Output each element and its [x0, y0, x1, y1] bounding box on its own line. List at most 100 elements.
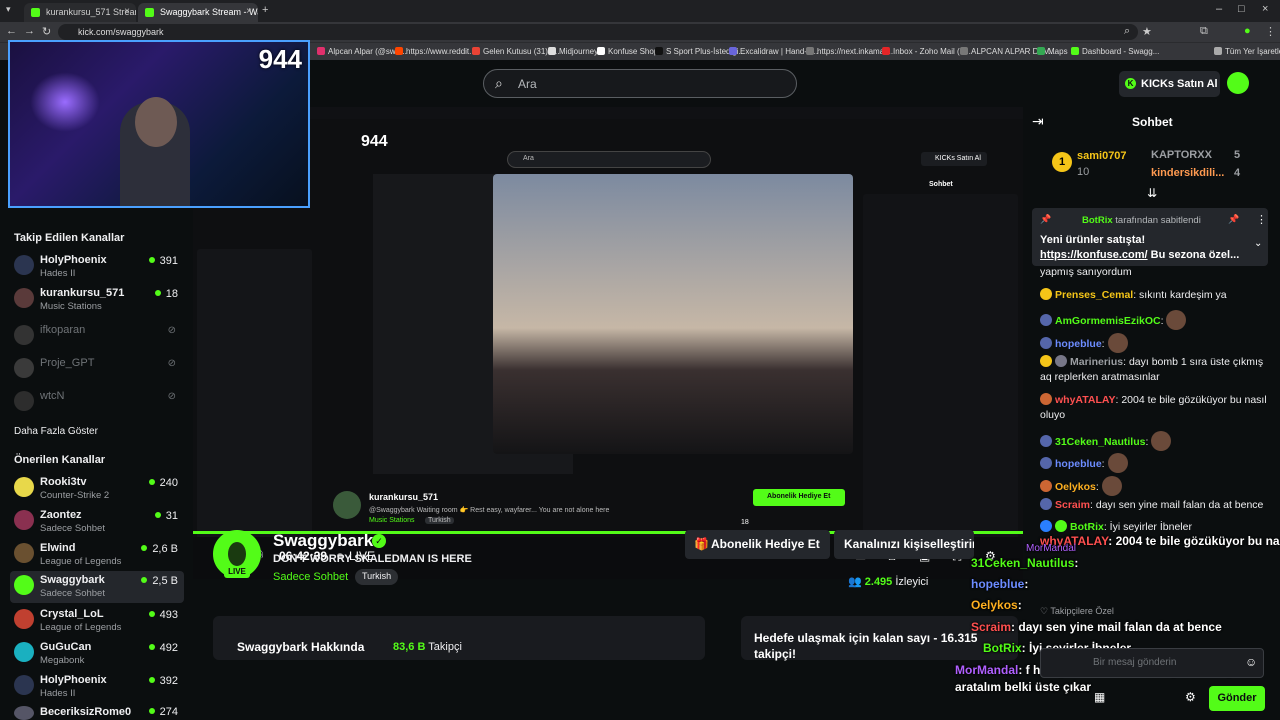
minimize-icon[interactable]: – [1216, 3, 1222, 15]
close-tab-icon[interactable]: × [246, 6, 252, 17]
sidebar-item-elwind[interactable]: Elwind League of Legends 2,6 B [10, 539, 184, 571]
sidebar-item-rooki3tv[interactable]: Rooki3tv Counter-Strike 2 240 [10, 473, 184, 505]
bookmark-item[interactable]: Alpcan Alpar (@swa... [317, 47, 407, 56]
nested-count: 944 [361, 133, 388, 150]
extensions-icon[interactable]: ⧉ [1200, 25, 1208, 38]
message-user[interactable]: 31Ceken_Nautilus [1055, 436, 1145, 448]
channel-name: Swaggybark [40, 574, 105, 586]
tab-kurankursu[interactable]: kurankursu_571 Stream - Vi × [24, 3, 136, 22]
webcam-overlay: 944 [8, 40, 310, 208]
sidebar-item-ifkoparan[interactable]: ifkoparan ⊘ [10, 321, 184, 353]
avatar[interactable] [1227, 72, 1249, 94]
pinned-message[interactable]: 📌 BotRix tarafından sabitlendi 📌 ⋮ Yeni … [1032, 208, 1268, 266]
message-user[interactable]: Scraim [1055, 499, 1090, 511]
sidebar-item-kurankursu[interactable]: kurankursu_571 Music Stations 18 [10, 284, 184, 316]
pinned-link[interactable]: https://konfuse.com/ [1040, 249, 1148, 261]
overlay-text: : 2004 te bile gözüküyor bu nasıl oluyo [1108, 534, 1280, 548]
sidebar-item-holyphoenix-recommended[interactable]: HolyPhoenix Hades II 392 [10, 671, 184, 703]
reload-icon[interactable]: ↻ [42, 25, 51, 38]
stream-title: DON'T WORRY SKALEDMAN IS HERE [273, 553, 472, 565]
sidebar-item-holyphoenix[interactable]: HolyPhoenix Hades II 391 [10, 251, 184, 283]
profile-icon[interactable]: ● [1244, 25, 1251, 37]
bookmark-item[interactable]: Inbox - Zoho Mail (a... [882, 47, 971, 56]
chat-message: Oelykos: [1040, 476, 1272, 496]
follower-count: 83,6 B Takipçi [393, 641, 462, 653]
bookmark-star-icon[interactable]: ★ [1142, 25, 1152, 38]
browser-menu-icon[interactable]: ⋮ [1265, 25, 1276, 38]
bookmark-item[interactable]: Excalidraw | Hand-d... [729, 47, 818, 56]
viewer-count: 18 [155, 288, 178, 300]
search-input[interactable]: ⌕ Ara [483, 69, 797, 98]
bookmark-item[interactable]: Gelen Kutusu (31) -... [472, 47, 559, 56]
expand-leaderboard-icon[interactable]: ⇊ [1147, 186, 1157, 200]
bookmark-item[interactable]: https://next.inkamat... [806, 47, 893, 56]
channel-category: Sadece Sohbet [40, 523, 105, 534]
channel-name[interactable]: Swaggybark [273, 531, 373, 551]
gift-icon: 🎁 [694, 537, 709, 551]
avatar [14, 675, 34, 695]
sidebar-item-wtcn[interactable]: wtcN ⊘ [10, 387, 184, 419]
chat-input[interactable]: Bir mesaj gönderin ☺ [1040, 648, 1264, 678]
bookmark-item[interactable]: Midjourney [548, 47, 598, 56]
gift-subscription-label: Abonelik Hediye Et [711, 537, 820, 551]
customize-channel-button[interactable]: Kanalınızı kişiselleştirin [834, 530, 974, 559]
message-user[interactable]: Marinerius [1070, 356, 1123, 368]
more-options-icon[interactable]: ⋮ [1256, 213, 1267, 226]
new-tab-icon[interactable]: + [262, 4, 268, 16]
sub-badge-icon [1040, 314, 1052, 326]
expand-pinned-icon[interactable]: ⌄ [1254, 238, 1262, 249]
all-bookmarks[interactable]: Tüm Yer İşaretleri [1214, 47, 1280, 56]
show-more-link[interactable]: Daha Fazla Göster [14, 426, 98, 437]
unpin-icon[interactable]: 📌 [1228, 214, 1239, 225]
bookmark-item[interactable]: Maps [1037, 47, 1068, 56]
stream-tag[interactable]: Turkish [355, 569, 399, 585]
maximize-icon[interactable]: □ [1238, 3, 1245, 15]
send-button[interactable]: Gönder [1209, 686, 1265, 711]
globe-icon [806, 47, 814, 55]
nested-chat-title: Sohbet [929, 181, 953, 188]
message-user[interactable]: whyATALAY [1055, 394, 1115, 406]
sidebar-item-zaontez[interactable]: Zaontez Sadece Sohbet 31 [10, 506, 184, 538]
sidebar-item-proje-gpt[interactable]: Proje_GPT ⊘ [10, 354, 184, 386]
message-user[interactable]: BotRix [1070, 521, 1104, 533]
sidebar-item-crystal-lol[interactable]: Crystal_LoL League of Legends 493 [10, 605, 184, 637]
sub-badge-icon [1040, 480, 1052, 492]
chat-settings-icon[interactable]: ⚙ [1185, 690, 1196, 704]
avatar [14, 510, 34, 530]
video-player[interactable]: Ara KICKs Satın Al Sohbet 944 kurankursu… [193, 107, 1023, 579]
bookmark-item[interactable]: Dashboard - Swagg... [1071, 47, 1159, 56]
close-window-icon[interactable]: × [1262, 3, 1268, 15]
back-icon[interactable]: ← [6, 25, 17, 37]
gift-subscription-button[interactable]: 🎁 Abonelik Hediye Et [685, 530, 830, 559]
forward-icon[interactable]: → [24, 25, 35, 37]
message-text: : [1160, 315, 1164, 327]
tab-menu-icon[interactable]: ▾ [6, 4, 11, 15]
message-user[interactable]: AmGormemisEzikOC [1055, 315, 1161, 327]
close-tab-icon[interactable]: × [124, 6, 130, 17]
url-field[interactable]: kick.com/swaggybark [58, 24, 1138, 40]
nested-streamer-avatar [333, 491, 361, 519]
leaderboard-first[interactable]: 1 [1052, 152, 1072, 172]
buy-kicks-button[interactable]: K KICKs Satın Al [1119, 71, 1220, 97]
sidebar-item-swaggybark[interactable]: Swaggybark Sadece Sohbet 2,5 B [10, 571, 184, 603]
kick-coins-icon[interactable]: ▦ [1094, 690, 1105, 704]
bookmark-item[interactable]: https://www.reddit... [395, 47, 476, 56]
collapse-chat-icon[interactable]: ⇥ [1032, 113, 1044, 130]
sidebar-item-gugucan[interactable]: GuGuCan Megabonk 492 [10, 638, 184, 670]
tab-swaggybark[interactable]: Swaggybark Stream - Watch Li × [138, 3, 258, 22]
emoji-icon[interactable]: ☺ [1245, 655, 1257, 669]
message-user[interactable]: Prenses_Cemal [1055, 289, 1133, 301]
sidebar-item-beceriksizrome0[interactable]: BeceriksizRome0 274 [10, 704, 184, 720]
stream-category[interactable]: Sadece Sohbet [273, 571, 348, 583]
message-user[interactable]: hopeblue [1055, 458, 1102, 470]
pinned-link-line: https://konfuse.com/ Bu sezona özel... [1040, 249, 1239, 261]
sub-badge-icon [1040, 337, 1052, 349]
channel-category: League of Legends [40, 622, 122, 633]
message-text: : dayı sen yine mail falan da at bence [1090, 499, 1264, 511]
message-user[interactable]: hopeblue [1055, 338, 1102, 350]
kicks-icon: K [1125, 78, 1136, 89]
sub-badge-icon [1040, 457, 1052, 469]
bookmark-item[interactable]: Konfuse Shop [597, 47, 658, 56]
message-user[interactable]: Oelykos [1055, 481, 1096, 493]
zoom-icon[interactable]: ⌕ [1124, 25, 1130, 38]
